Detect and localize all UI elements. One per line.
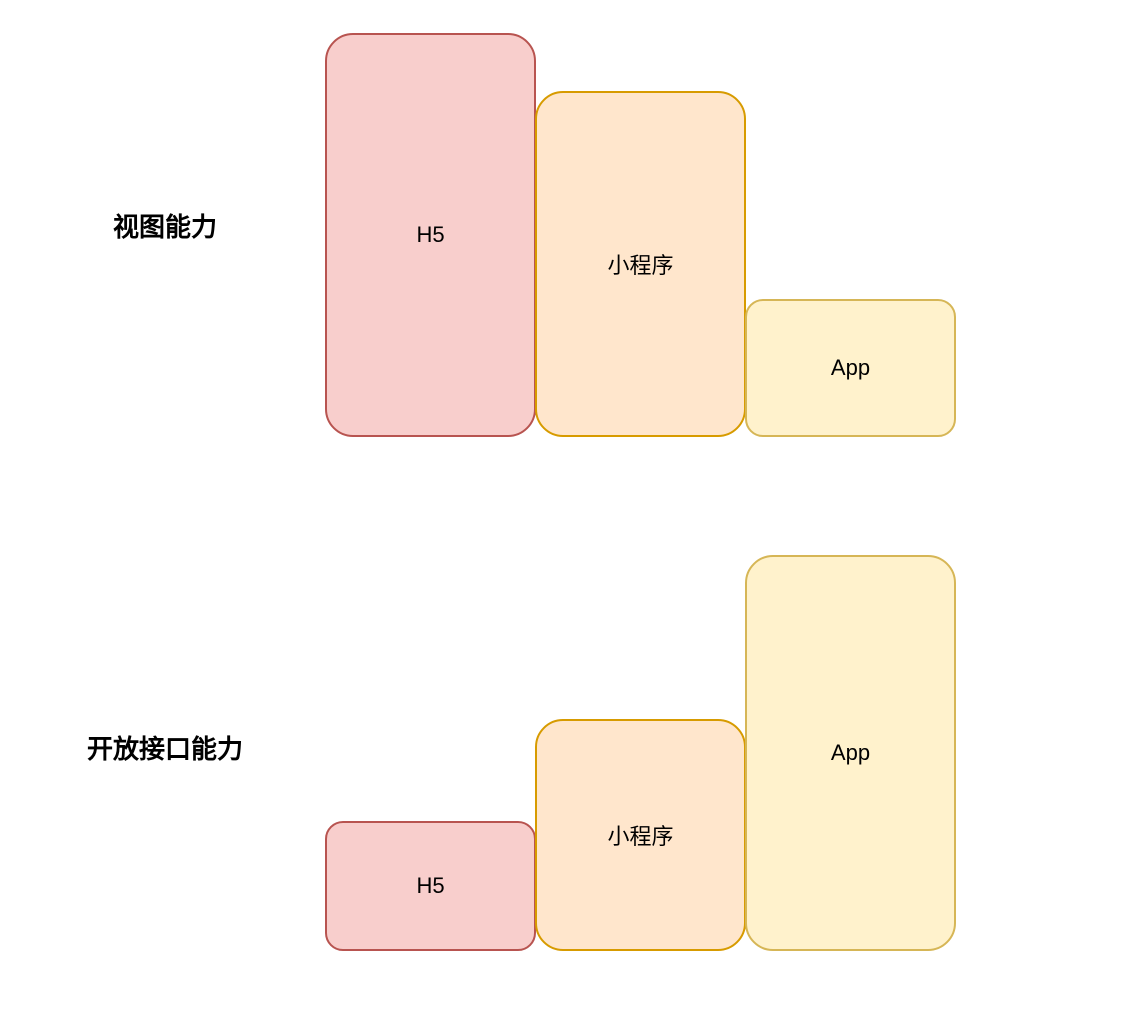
view-miniprogram-box: 小程序 (535, 91, 746, 437)
api-app-box: App (745, 555, 956, 951)
view-app-box: App (745, 299, 956, 437)
view-h5-box: H5 (325, 33, 536, 437)
api-miniprogram-box: 小程序 (535, 719, 746, 951)
view-h5-label: H5 (416, 222, 445, 247)
row-label-view-capability: 视图能力 (112, 213, 218, 243)
api-h5-label: H5 (416, 873, 445, 898)
api-miniprogram-label: 小程序 (607, 824, 674, 849)
api-app-label: App (830, 740, 871, 765)
view-miniprogram-label: 小程序 (607, 253, 674, 278)
api-h5-box: H5 (325, 821, 536, 951)
row-label-open-api-capability: 开放接口能力 (86, 735, 244, 765)
view-app-label: App (830, 355, 871, 380)
